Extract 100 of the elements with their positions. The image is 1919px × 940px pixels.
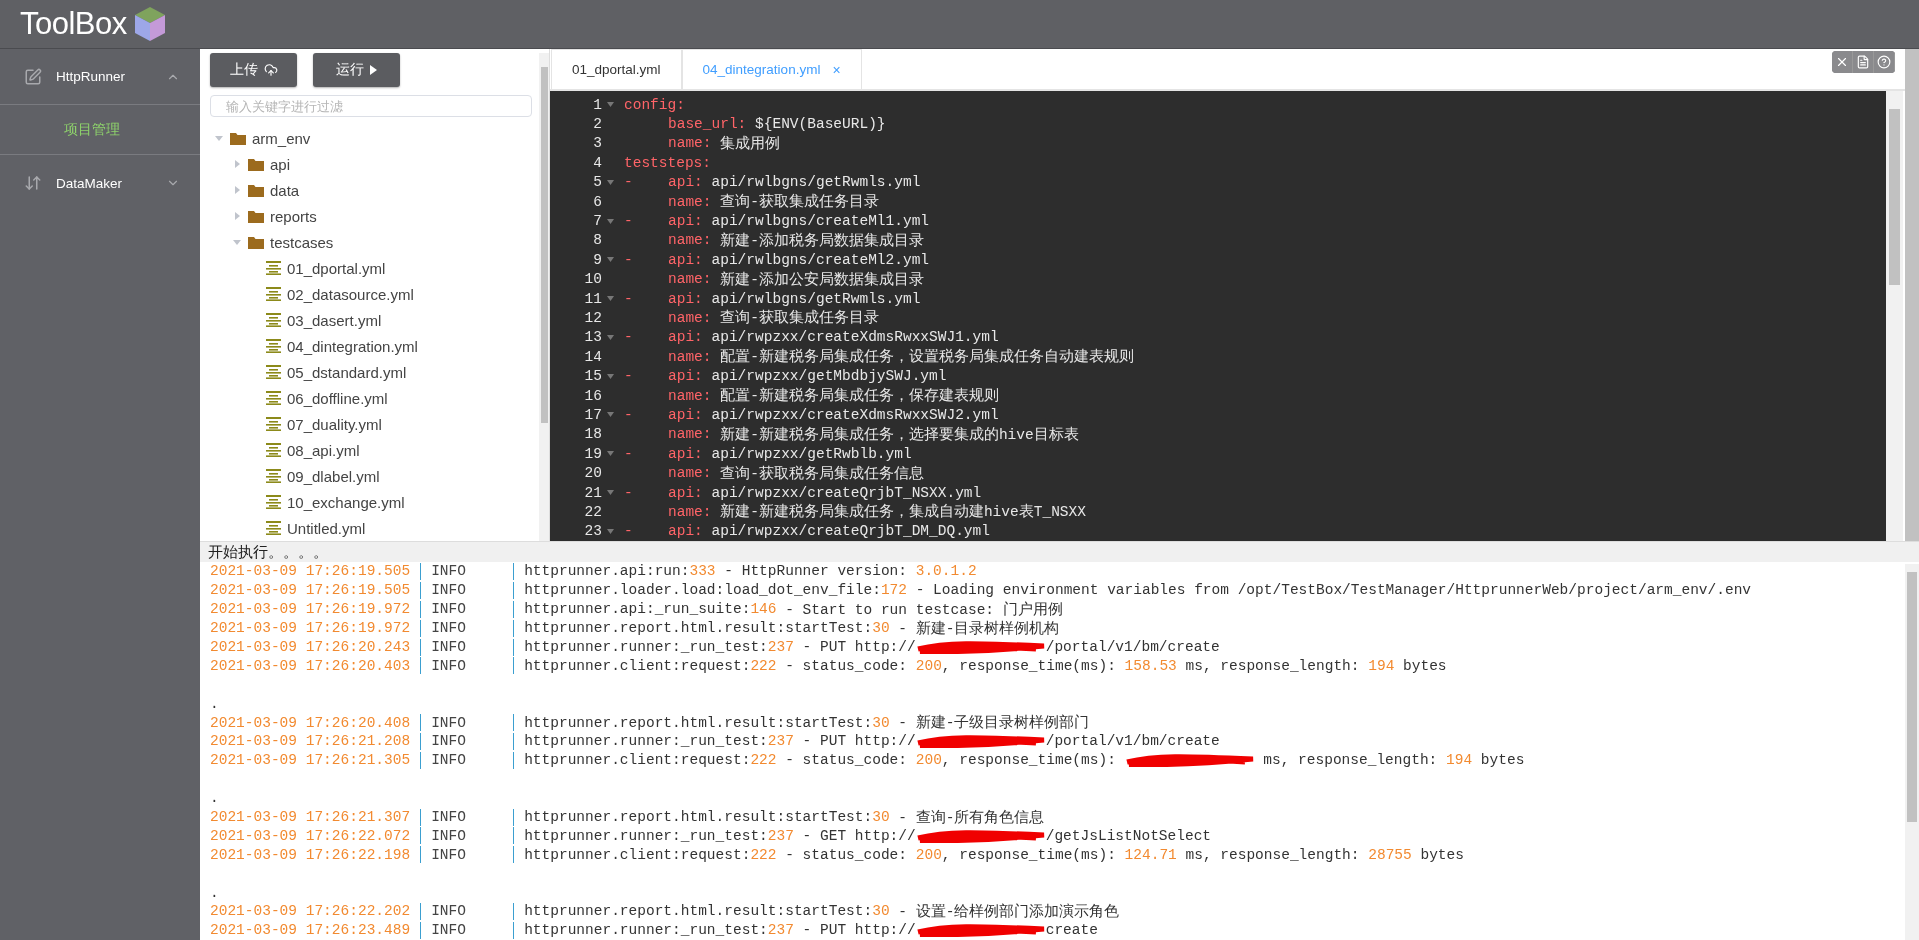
file-label[interactable]: 10_exchange.yml [287,493,405,511]
line-number: 21 [583,484,603,501]
filter-input[interactable]: 输入关键字进行过滤 [210,95,532,117]
yaml-value: api/rwlbgns/createMl2.yml [710,251,930,268]
log-message: httprunner.client:request: [524,846,751,863]
fold-arrow-icon[interactable] [606,412,614,418]
fold-arrow-icon[interactable] [606,373,614,379]
log-message: , response_time(ms): [941,846,1117,863]
file-lines-icon [266,365,281,379]
log-time: 2021-03-09 17:26:20.408 [210,714,411,731]
list-dash: - [624,445,634,462]
file-label[interactable]: 08_api.yml [287,441,360,459]
caret-icon[interactable] [232,211,242,221]
log-time: 2021-03-09 17:26:20.243 [210,639,411,655]
log-message: - 查询-所有角色信息 [897,808,1045,827]
folder-icon [248,157,264,171]
line-number: 7 [592,213,603,230]
scrollbar[interactable] [1886,91,1903,541]
log-message: httprunner.client:request: [524,657,751,674]
log-message: httprunner.api:run: [524,563,690,580]
log-time: 2021-03-09 17:26:23.489 [210,922,411,939]
list-dash: - [624,174,634,191]
yaml-key: teststeps: [624,154,711,171]
yaml-key: name: [668,426,712,443]
log-message: - Start to run testcase: 门户用例 [784,600,1063,619]
file-label[interactable]: Untitled.yml [287,519,366,537]
folder-label[interactable]: data [270,181,300,199]
log-level: INFO [431,601,467,618]
log-number: 158.53 [1124,657,1177,674]
log-message: bytes [1419,846,1464,863]
submenu-item[interactable]: 项目管理 [0,105,200,155]
file-label[interactable]: 09_dlabel.yml [287,467,380,485]
file-tab[interactable]: 01_dportal.yml [551,49,682,89]
arrows-icon [24,174,42,192]
line-number: 2 [592,116,603,133]
log-message: ms, response_length: [1262,752,1439,769]
run-button[interactable]: 运行 [313,53,400,87]
file-lines-icon [266,495,281,509]
fold-arrow-icon[interactable] [606,490,614,495]
log-number: 200 [915,752,942,769]
file-label[interactable]: 01_dportal.yml [287,259,386,277]
list-dash: - [624,406,634,423]
log-message: - status_code: [784,657,909,674]
fold-arrow-icon[interactable] [606,296,614,302]
log-message: - Loading environment variables from /opt/TestBox/TestManager/HttprunnerWeb/project/arm_env/.env [914,582,1752,599]
scrollbar[interactable] [1905,49,1919,541]
help-button[interactable] [1874,51,1895,73]
log-message: /portal/v1/bm/create [1045,639,1220,655]
file-label[interactable]: 07_duality.yml [287,415,382,433]
folder-label[interactable]: api [270,155,291,173]
yaml-value: api/rwpzxx/createXdmsRwxxSWJ2.yml [710,406,999,423]
yaml-key: name: [668,193,712,210]
log-message: ms, response_length: [1184,657,1361,674]
help-icon [1877,55,1891,69]
fold-arrow-icon[interactable] [606,179,614,185]
folder-icon [230,131,246,145]
scrollbar[interactable] [539,53,549,541]
folder-label[interactable]: arm_env [252,129,311,147]
folder-label[interactable]: reports [270,207,317,225]
log-level: INFO [431,922,467,939]
fold-arrow-icon[interactable] [606,528,614,534]
list-dash: - [624,523,634,540]
upload-button[interactable]: 上传 [210,53,297,87]
log-message: create [1045,922,1098,939]
file-label[interactable]: 04_dintegration.yml [287,337,418,355]
file-label[interactable]: 06_doffline.yml [287,389,388,407]
fold-arrow-icon[interactable] [606,102,614,108]
document-button[interactable] [1853,51,1874,73]
folder-label[interactable]: testcases [270,233,334,251]
fold-arrow-icon[interactable] [606,334,614,340]
file-label[interactable]: 02_datasource.yml [287,285,414,303]
file-lines-icon [266,339,281,353]
line-number: 4 [592,154,603,171]
line-number: 23 [583,523,603,540]
line-number: 18 [583,426,603,443]
file-label[interactable]: 05_dstandard.yml [287,363,407,381]
log-time: 2021-03-09 17:26:19.505 [210,563,411,580]
line-number: 16 [583,387,603,404]
log-message: - HttpRunner version: [723,563,908,580]
caret-icon[interactable] [214,133,224,143]
log-message: httprunner.report.html.result:startTest: [524,809,873,825]
file-label[interactable]: 03_dasert.yml [287,311,382,329]
log-number: 237 [767,639,794,655]
fold-arrow-icon[interactable] [606,257,614,263]
close-button[interactable] [1832,51,1853,73]
caret-icon[interactable] [232,237,242,247]
yaml-key: name: [668,310,712,326]
yaml-value: 新建-添加税务局数据集成目录 [719,231,924,250]
log-number: 124.71 [1124,846,1177,863]
scrollbar[interactable] [1905,564,1919,940]
caret-icon[interactable] [232,185,242,195]
fold-arrow-icon[interactable] [606,451,614,457]
yaml-value: 配置-新建税务局集成任务，保存建表规则 [719,386,999,406]
fold-arrow-icon[interactable] [606,218,614,224]
log-level: INFO [431,563,467,580]
menu-header[interactable]: DataMaker [0,155,200,211]
caret-icon[interactable] [232,159,242,169]
menu-header[interactable]: HttpRunner [0,49,200,105]
yaml-key: name: [668,232,712,249]
log-message: - PUT http:// [801,639,916,655]
